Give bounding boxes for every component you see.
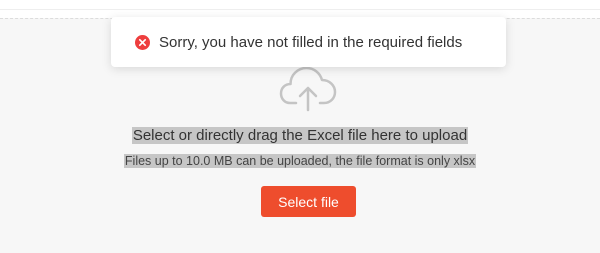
upload-instruction-text: Select or directly drag the Excel file h… bbox=[131, 127, 469, 144]
select-file-button[interactable]: Select file bbox=[261, 186, 356, 217]
upload-hint-text: Files up to 10.0 MB can be uploaded, the… bbox=[123, 154, 477, 168]
upload-instruction: Select or directly drag the Excel file h… bbox=[0, 127, 600, 145]
error-circle-icon bbox=[135, 34, 150, 50]
upload-hint: Files up to 10.0 MB can be uploaded, the… bbox=[0, 153, 600, 169]
toast-message: Sorry, you have not filled in the requir… bbox=[159, 33, 463, 51]
cloud-upload-icon bbox=[279, 66, 337, 112]
error-toast: Sorry, you have not filled in the requir… bbox=[111, 17, 506, 67]
top-divider bbox=[0, 0, 600, 10]
upload-page: Select or directly drag the Excel file h… bbox=[0, 0, 600, 253]
